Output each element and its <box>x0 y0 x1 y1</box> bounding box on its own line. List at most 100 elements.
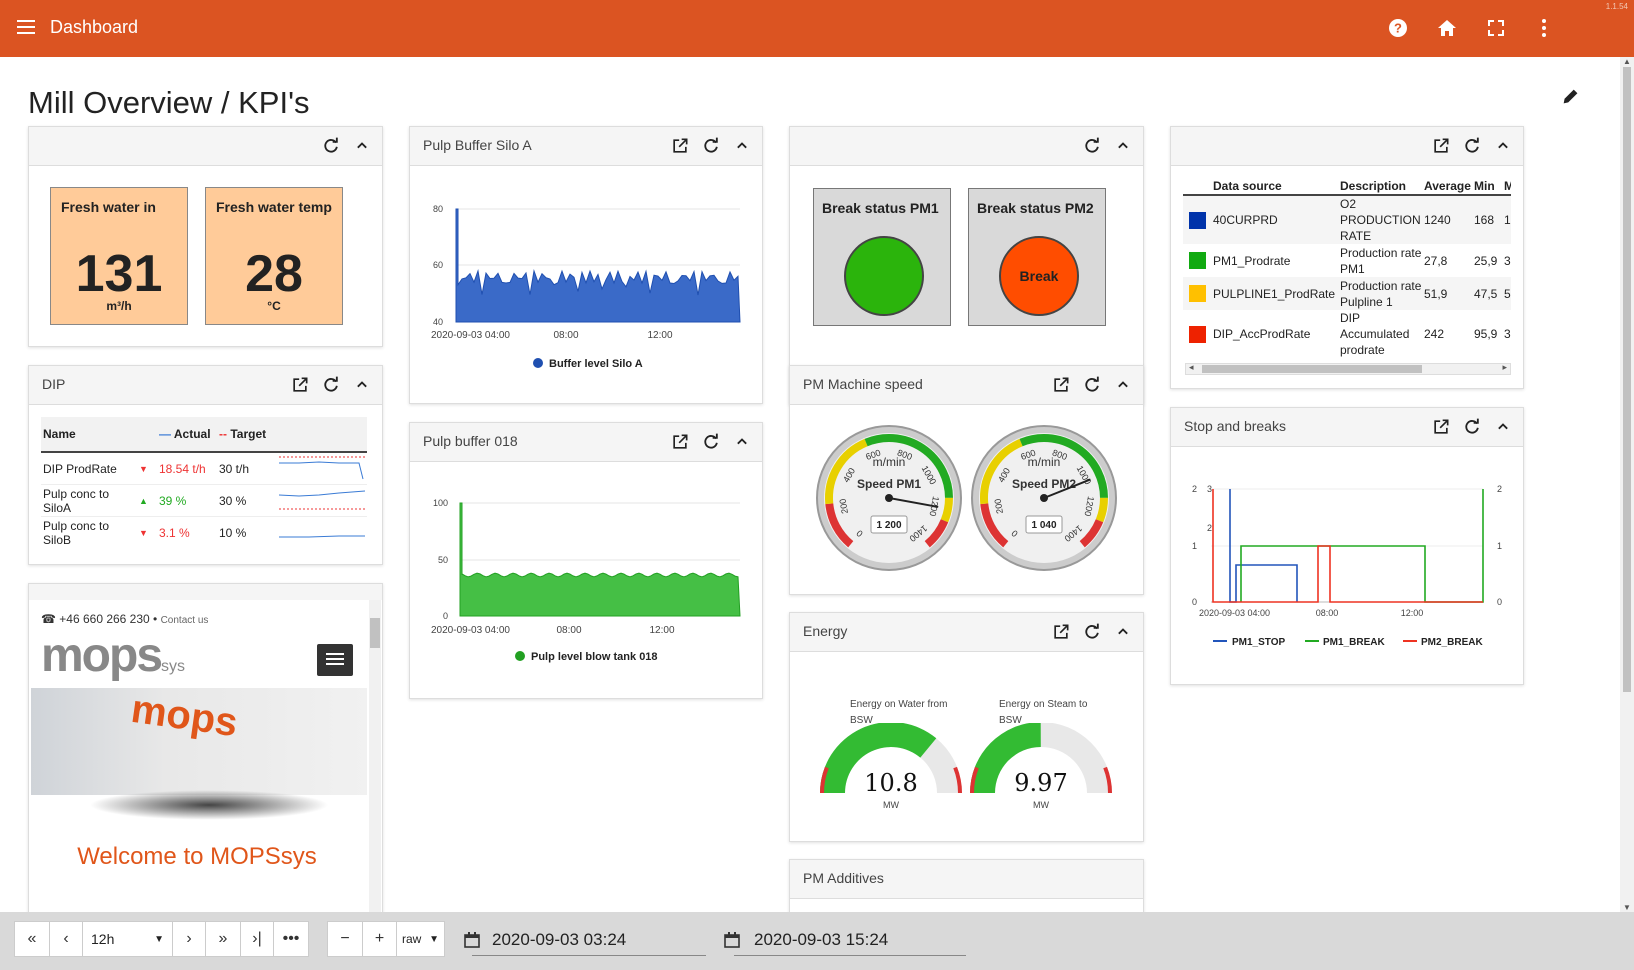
gauge-band-yellow-high <box>1095 497 1109 523</box>
break-label: Break status PM2 <box>977 200 1094 216</box>
energy-card: Energy Energy on Water from BSW Energy o… <box>789 612 1144 842</box>
zoom-out-button[interactable]: − <box>327 921 363 957</box>
top-app-bar: Dashboard 1.1.54 ? <box>0 0 1634 57</box>
collapse-icon[interactable] <box>1493 136 1513 156</box>
x-tick: 08:00 <box>1316 608 1339 618</box>
edit-icon[interactable] <box>1560 85 1582 107</box>
kpi-label: Fresh water temp <box>216 199 332 215</box>
collapse-icon[interactable] <box>1113 622 1133 642</box>
collapse-icon[interactable] <box>1113 136 1133 156</box>
card-title: PM Machine speed <box>803 376 923 392</box>
refresh-icon[interactable] <box>701 136 721 156</box>
skip-forward-far-button[interactable]: » <box>205 921 241 957</box>
series-color-swatch <box>1189 211 1206 229</box>
horizontal-scrollbar[interactable]: ◂ ▸ <box>1185 362 1511 375</box>
open-external-icon[interactable] <box>1431 417 1451 437</box>
buffer-018-chart: 100 50 0 2020-09-03 04:00 08:00 12:00 Pu… <box>431 498 741 663</box>
table-row: DIP ProdRate ▼ 18.54 t/h 30 t/h <box>41 452 367 485</box>
step-forward-button[interactable]: › <box>172 921 206 957</box>
collapse-icon[interactable] <box>732 136 752 156</box>
start-datetime-input[interactable]: 2020-09-03 03:24 <box>472 924 706 956</box>
col-target: -- Target <box>219 427 267 441</box>
x-tick: 12:00 <box>649 625 674 636</box>
fullscreen-icon[interactable] <box>1484 16 1508 40</box>
contact-link[interactable]: Contact us <box>161 615 209 626</box>
end-datetime-input[interactable]: 2020-09-03 15:24 <box>734 924 966 956</box>
more-vert-icon[interactable] <box>1532 16 1556 40</box>
skip-to-end-button[interactable]: ›| <box>240 921 274 957</box>
energy-gauges: 10.8MW0159.97MW020 <box>820 723 1112 810</box>
refresh-icon[interactable] <box>1462 136 1482 156</box>
row-name: Pulp conc to SiloA <box>43 486 110 515</box>
row-target: 30 % <box>219 493 247 508</box>
sparkline <box>279 535 365 538</box>
y-tick: 1 <box>1497 541 1502 551</box>
collapse-icon[interactable] <box>1113 375 1133 395</box>
embedded-website[interactable]: ☎ +46 660 266 230 • Contact us mopssys m… <box>29 600 369 912</box>
app-version: 1.1.54 <box>1605 2 1628 11</box>
refresh-icon[interactable] <box>1082 136 1102 156</box>
row-target: 10 % <box>219 525 247 540</box>
gauge-unit: m/min <box>873 455 906 469</box>
collapse-icon[interactable] <box>352 375 372 395</box>
fresh-water-card: Fresh water in 131 m³/h Fresh water temp… <box>28 126 383 347</box>
kpi-unit: m³/h <box>106 299 132 313</box>
x-tick: 08:00 <box>553 330 578 341</box>
hamburger-button[interactable] <box>317 644 353 676</box>
range-select[interactable]: 12h ▼ <box>82 921 173 957</box>
series-color-swatch <box>1189 285 1206 302</box>
page-scrollbar[interactable]: ▲ ▼ <box>1620 57 1634 912</box>
legend-label: Pulp level blow tank 018 <box>531 651 658 663</box>
refresh-icon[interactable] <box>1462 417 1482 437</box>
y-tick: 2 <box>1497 484 1502 494</box>
gauge-needle-hub <box>885 494 893 502</box>
collapse-icon[interactable] <box>1493 417 1513 437</box>
skip-back-far-button[interactable]: « <box>14 921 50 957</box>
y-tick: 0 <box>1497 597 1502 607</box>
collapse-icon[interactable] <box>732 432 752 452</box>
open-external-icon[interactable] <box>1051 375 1071 395</box>
phone-text: ☎ +46 660 266 230 • Contact us <box>41 612 209 626</box>
legend-label: PM1_BREAK <box>1323 637 1385 648</box>
open-external-icon[interactable] <box>1051 622 1071 642</box>
card-title: Pulp buffer 018 <box>423 433 518 449</box>
refresh-icon[interactable] <box>321 136 341 156</box>
website-card: ☎ +46 660 266 230 • Contact us mopssys m… <box>28 583 383 912</box>
zoom-in-button[interactable]: + <box>362 921 397 957</box>
mode-select[interactable]: raw ▼ <box>396 921 445 957</box>
more-options-button[interactable]: ••• <box>273 921 309 957</box>
refresh-icon[interactable] <box>701 432 721 452</box>
help-icon[interactable]: ? <box>1386 16 1410 40</box>
stops-chart: 2 1 0 3 2 2 1 0 2020-09-03 04:00 08:00 1… <box>1192 484 1502 648</box>
table-row: Pulp conc to SiloB ▼ 3.1 % 10 % <box>41 517 367 549</box>
refresh-icon[interactable] <box>1082 375 1102 395</box>
dashboard-content: Mill Overview / KPI's Fresh water in 131… <box>0 57 1620 912</box>
dip-table: Name — Actual -- Target DIP ProdRate ▼ 1… <box>41 417 367 549</box>
iframe-scrollbar[interactable] <box>369 600 381 912</box>
table-row: DIP_AccProdRate DIP Accumulated prodrate 2… <box>1183 310 1511 358</box>
welcome-heading: Welcome to MOPSsys <box>77 843 317 870</box>
time-toolbar: « ‹ 12h ▼ › » ›| ••• − + raw ▼ 2020-09-03 … <box>0 912 1634 970</box>
open-external-icon[interactable] <box>670 136 690 156</box>
status-lamp: Break <box>999 236 1079 316</box>
open-external-icon[interactable] <box>1431 136 1451 156</box>
row-actual: 3.1 % <box>159 525 190 540</box>
refresh-icon[interactable] <box>321 375 341 395</box>
page-title: Mill Overview / KPI's <box>28 85 310 120</box>
menu-icon[interactable] <box>14 16 38 40</box>
table-row: PULPLINE1_ProdRate Production rate Pulpli… <box>1183 277 1511 310</box>
refresh-icon[interactable] <box>1082 622 1102 642</box>
status-lamp <box>844 236 924 316</box>
col-max: M <box>1504 178 1511 193</box>
home-icon[interactable] <box>1435 16 1459 40</box>
col-average: Average <box>1424 178 1471 193</box>
gauge-value: 1 040 <box>1031 520 1056 531</box>
datasource-table: Data source Description Average Min M 40… <box>1183 177 1511 358</box>
collapse-icon[interactable] <box>352 136 372 156</box>
row-name: DIP ProdRate <box>43 461 117 476</box>
card-title: PM Additives <box>803 870 884 886</box>
speed-gauges: 0200400600 800100012001400m/minSpeed PM11… <box>816 425 1117 571</box>
open-external-icon[interactable] <box>290 375 310 395</box>
step-back-button[interactable]: ‹ <box>49 921 83 957</box>
open-external-icon[interactable] <box>670 432 690 452</box>
